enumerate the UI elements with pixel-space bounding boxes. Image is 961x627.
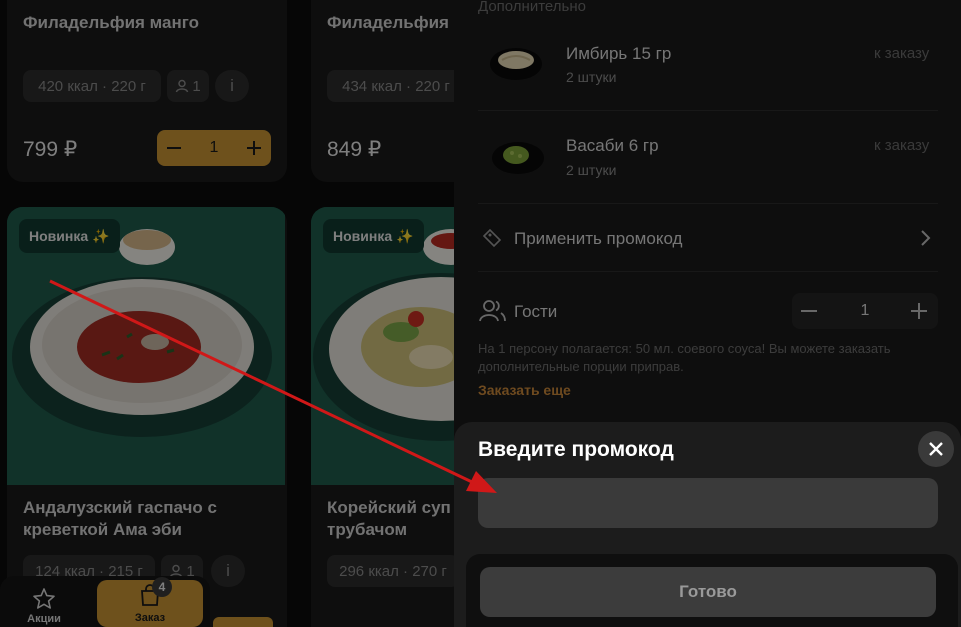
annotation-arrowhead — [466, 471, 497, 493]
annotation-arrow — [49, 279, 497, 493]
annotation-arrow-line — [49, 279, 473, 484]
